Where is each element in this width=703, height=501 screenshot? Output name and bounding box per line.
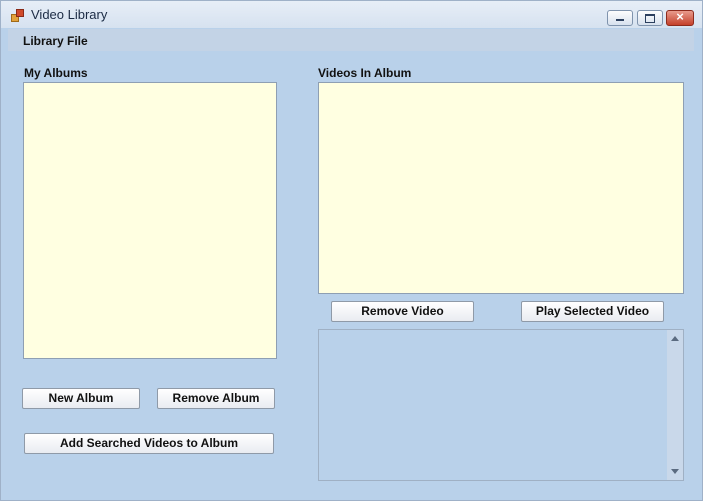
play-selected-video-button[interactable]: Play Selected Video (521, 301, 664, 322)
video-library-window: Video Library × Library File My Albums V… (0, 0, 703, 501)
remove-video-button[interactable]: Remove Video (331, 301, 474, 322)
new-album-button[interactable]: New Album (22, 388, 140, 409)
videos-listbox[interactable] (318, 82, 684, 294)
vertical-scrollbar[interactable] (667, 330, 683, 480)
remove-album-button[interactable]: Remove Album (157, 388, 275, 409)
arrow-up-icon[interactable] (671, 336, 679, 341)
albums-listbox[interactable] (23, 82, 277, 359)
menu-library-file[interactable]: Library File (23, 34, 88, 48)
close-icon: × (676, 9, 684, 24)
minimize-button[interactable] (607, 10, 633, 26)
my-albums-label: My Albums (24, 66, 88, 80)
window-title: Video Library (31, 7, 108, 22)
arrow-down-icon[interactable] (671, 469, 679, 474)
add-searched-videos-button[interactable]: Add Searched Videos to Album (24, 433, 274, 454)
videos-in-album-label: Videos In Album (318, 66, 412, 80)
menu-bar: Library File (8, 29, 694, 51)
video-player-panel[interactable] (318, 329, 684, 481)
minimize-icon (616, 19, 624, 21)
close-button[interactable]: × (666, 9, 694, 26)
maximize-icon (645, 14, 655, 23)
maximize-button[interactable] (637, 10, 663, 26)
title-bar[interactable]: Video Library × (1, 1, 702, 28)
app-icon (11, 9, 24, 22)
